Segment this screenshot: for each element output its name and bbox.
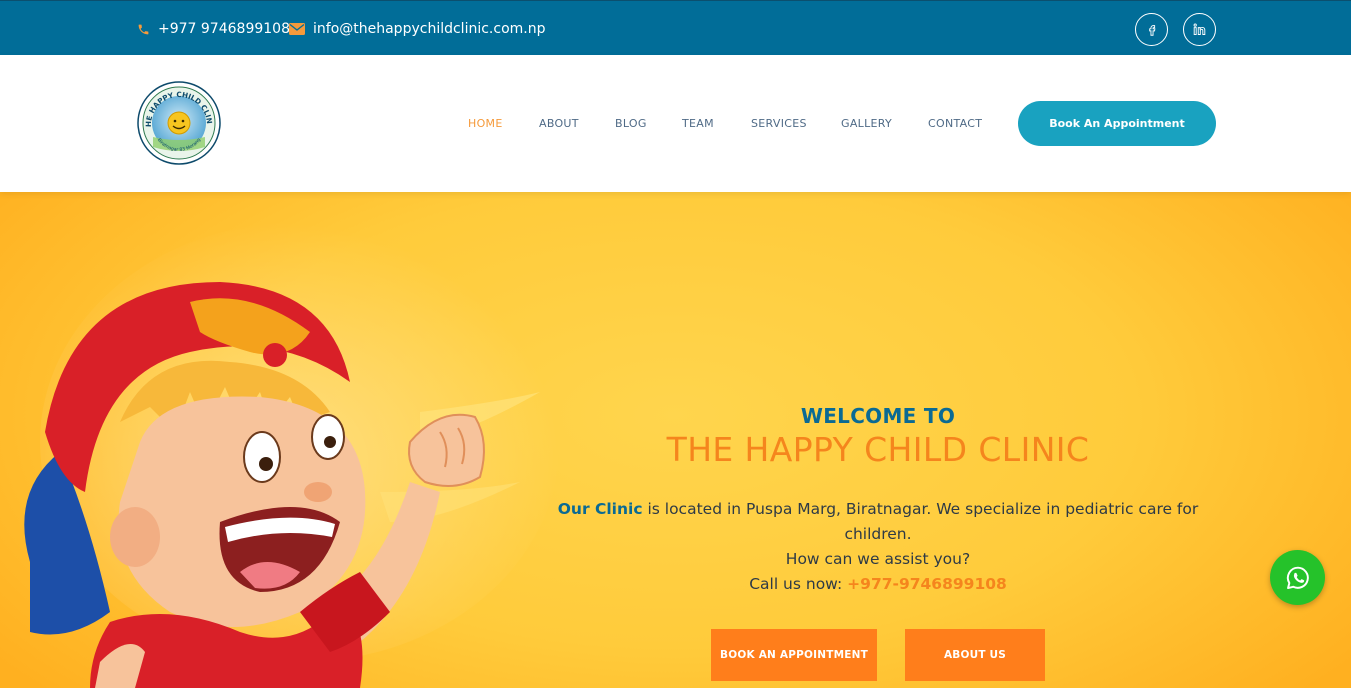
nav-home[interactable]: HOME	[468, 117, 503, 130]
email-address: info@thehappychildclinic.com.np	[313, 21, 546, 37]
nav-contact[interactable]: CONTACT	[928, 117, 982, 130]
call-label: Call us now:	[749, 575, 848, 593]
description-line-1: Our Clinic is located in Puspa Marg, Bir…	[540, 497, 1216, 547]
description-text: is located in Puspa Marg, Biratnagar. We…	[642, 500, 1199, 543]
description-line-2: How can we assist you?	[785, 550, 971, 568]
hero-about-us-button[interactable]: ABOUT US	[905, 629, 1045, 681]
phone-number: +977 9746899108	[158, 21, 290, 37]
phone-icon	[138, 24, 149, 34]
topbar-email[interactable]: info@thehappychildclinic.com.np	[289, 19, 545, 39]
call-line: Call us now: +977-9746899108	[540, 572, 1216, 597]
envelope-icon	[289, 23, 305, 35]
hero-description: Our Clinic is located in Puspa Marg, Bir…	[540, 497, 1216, 597]
topbar-phone[interactable]: +977 9746899108	[137, 19, 290, 39]
linkedin-icon	[1193, 23, 1206, 35]
logo-image: THE HAPPY CHILD CLINIC Biratnagar 83 Mor…	[134, 74, 221, 165]
call-phone-link[interactable]: +977-9746899108	[847, 575, 1007, 593]
nav-team[interactable]: TEAM	[682, 117, 714, 130]
facebook-icon	[1148, 24, 1155, 36]
linkedin-link[interactable]	[1183, 13, 1216, 46]
nav-blog[interactable]: BLOG	[615, 117, 647, 130]
nav-about[interactable]: ABOUT	[539, 117, 579, 130]
hero-section: WELCOME TO THE HAPPY CHILD CLINIC Our Cl…	[0, 192, 1351, 688]
our-clinic-highlight: Our Clinic	[557, 500, 643, 518]
welcome-heading: WELCOME TO	[800, 404, 956, 428]
whatsapp-chat-button[interactable]	[1270, 550, 1325, 605]
clinic-logo[interactable]: THE HAPPY CHILD CLINIC Biratnagar 83 Mor…	[134, 74, 221, 165]
site-header: THE HAPPY CHILD CLINIC Biratnagar 83 Mor…	[0, 55, 1351, 192]
cartoon-boy-illustration	[24, 222, 560, 688]
top-bar: +977 9746899108 info@thehappychildclinic…	[0, 0, 1351, 55]
clinic-title: THE HAPPY CHILD CLINIC	[666, 430, 1090, 469]
facebook-link[interactable]	[1135, 13, 1168, 46]
nav-services[interactable]: SERVICES	[751, 117, 807, 130]
nav-gallery[interactable]: GALLERY	[841, 117, 892, 130]
whatsapp-icon	[1286, 566, 1309, 589]
hero-book-appointment-button[interactable]: BOOK AN APPOINTMENT	[711, 629, 877, 681]
book-appointment-button[interactable]: Book An Appointment	[1018, 101, 1216, 146]
